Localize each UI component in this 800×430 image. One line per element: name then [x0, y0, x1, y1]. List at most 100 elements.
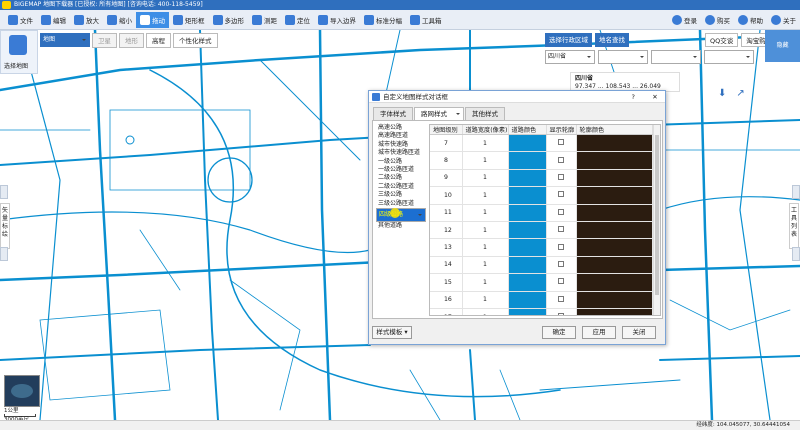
toolbar-hand-button[interactable]: 拖动	[136, 11, 169, 28]
show-outline-checkbox[interactable]	[558, 139, 564, 146]
outline-color-cell[interactable]	[576, 308, 653, 315]
show-outline-checkbox[interactable]	[558, 278, 564, 285]
toolbar-location-button[interactable]: 定位	[281, 12, 314, 28]
road-width-cell[interactable]: 1	[462, 169, 509, 188]
road-type-item[interactable]: 城市快速路	[376, 141, 428, 149]
grid-scrollbar[interactable]	[653, 125, 660, 315]
toolbar-help-button[interactable]: 帮助	[734, 12, 767, 28]
show-outline-checkbox[interactable]	[558, 173, 564, 180]
road-color-cell[interactable]	[508, 204, 547, 222]
toolbar-info-button[interactable]: 关于	[767, 12, 800, 28]
road-width-cell[interactable]: 1	[462, 204, 509, 222]
county-select[interactable]	[651, 50, 701, 64]
road-width-cell[interactable]: 1	[462, 134, 509, 153]
right-collapse-arrow[interactable]	[792, 247, 800, 261]
road-color-cell[interactable]	[508, 169, 547, 188]
toolbar-cart-button[interactable]: 购买	[701, 12, 734, 28]
toolbar-rectangle-button[interactable]: 矩形框	[169, 12, 209, 28]
road-type-item[interactable]: 四级公路	[376, 208, 426, 223]
left-collapse-arrow-upper[interactable]	[0, 185, 8, 199]
road-width-cell[interactable]: 1	[462, 291, 509, 309]
help-icon[interactable]: ?	[632, 91, 635, 103]
toolbar-import-boundary-button[interactable]: 导入边界	[314, 12, 360, 28]
select-map-button[interactable]: 选择地图	[0, 30, 38, 74]
show-outline-checkbox[interactable]	[558, 208, 564, 215]
road-width-cell[interactable]: 1	[462, 151, 509, 170]
road-color-cell[interactable]	[508, 221, 547, 240]
show-outline-checkbox[interactable]	[558, 243, 564, 250]
road-type-item[interactable]: 高速路匝道	[376, 132, 428, 140]
road-type-item[interactable]: 二级公路	[376, 174, 428, 182]
road-width-cell[interactable]: 1	[462, 186, 509, 205]
right-collapse-arrow-upper[interactable]	[792, 185, 800, 199]
overview-thumbnail[interactable]	[4, 375, 40, 407]
outline-color-cell[interactable]	[576, 238, 653, 257]
road-color-cell[interactable]	[508, 256, 547, 275]
outline-color-cell[interactable]	[576, 134, 653, 153]
province-select[interactable]: 四川省	[545, 50, 595, 64]
road-type-list[interactable]: 高速公路 高速路匝道 城市快速路 城市快速路匝道 一级公路 一级公路匝道 二级公路 二级公路匝…	[376, 124, 428, 314]
road-color-cell[interactable]	[508, 291, 547, 309]
map-type-satellite[interactable]: 卫星	[92, 33, 117, 48]
road-type-item[interactable]: 三级公路匝道	[376, 200, 428, 208]
outline-color-cell[interactable]	[576, 204, 653, 222]
road-type-item[interactable]: 城市快速路匝道	[376, 149, 428, 157]
road-type-item[interactable]: 其他道路	[376, 222, 428, 230]
left-collapse-arrow[interactable]	[0, 247, 8, 261]
road-color-cell[interactable]	[508, 308, 547, 315]
qq-chat-button[interactable]: QQ交谈	[705, 33, 739, 47]
place-search-button[interactable]: 地名查找	[595, 33, 629, 47]
show-outline-checkbox[interactable]	[558, 191, 564, 198]
road-color-cell[interactable]	[508, 238, 547, 257]
toolbar-zoom-in-button[interactable]: 放大	[70, 12, 103, 28]
outline-color-cell[interactable]	[576, 169, 653, 188]
toolbar-toolbox-button[interactable]: 工具箱	[406, 12, 446, 28]
road-type-item[interactable]: 三级公路	[376, 191, 428, 199]
road-color-cell[interactable]	[508, 134, 547, 153]
tab-road-style[interactable]: 路网样式	[414, 107, 464, 121]
town-select[interactable]	[704, 50, 754, 64]
map-type-terrain[interactable]: 地形	[119, 33, 144, 48]
toolbar-user-button[interactable]: 登录	[668, 12, 701, 28]
ok-button[interactable]: 确定	[542, 326, 576, 339]
tool-list-tab[interactable]: 工具列表	[789, 203, 799, 249]
style-template-dropdown[interactable]: 样式模板 ▾	[372, 326, 412, 339]
road-width-cell[interactable]: 1	[462, 221, 509, 240]
show-outline-checkbox[interactable]	[558, 260, 564, 267]
outline-color-cell[interactable]	[576, 186, 653, 205]
road-type-item[interactable]: 二级公路匝道	[376, 183, 428, 191]
toolbar-file-button[interactable]: 文件	[4, 12, 37, 28]
road-color-cell[interactable]	[508, 186, 547, 205]
outline-color-cell[interactable]	[576, 256, 653, 275]
outline-color-cell[interactable]	[576, 291, 653, 309]
show-outline-checkbox[interactable]	[558, 156, 564, 163]
road-color-cell[interactable]	[508, 151, 547, 170]
road-width-cell[interactable]: 1	[462, 273, 509, 292]
road-width-cell[interactable]: 1	[462, 308, 509, 315]
select-region-button[interactable]: 选择行政区域	[545, 33, 592, 47]
toolbar-edit-button[interactable]: 编辑	[37, 12, 70, 28]
toolbar-ruler-button[interactable]: 测距	[248, 12, 281, 28]
vector-draw-tab[interactable]: 矢量标绘	[0, 203, 10, 249]
outline-color-cell[interactable]	[576, 151, 653, 170]
road-color-cell[interactable]	[508, 273, 547, 292]
map-type-map[interactable]: 地图	[40, 33, 90, 47]
show-outline-checkbox[interactable]	[558, 226, 564, 233]
toolbar-grid-button[interactable]: 标准分幅	[360, 12, 406, 28]
toolbar-polygon-button[interactable]: 多边形	[209, 12, 249, 28]
share-icon[interactable]: ↗	[736, 88, 744, 99]
road-width-cell[interactable]: 1	[462, 238, 509, 257]
custom-style-button[interactable]: 个性化样式	[173, 33, 218, 48]
close-icon[interactable]: ✕	[648, 91, 662, 103]
outline-color-cell[interactable]	[576, 273, 653, 292]
download-icon[interactable]: ⬇	[718, 88, 726, 99]
map-type-elevation[interactable]: 高程	[146, 33, 171, 48]
city-select[interactable]	[598, 50, 648, 64]
tab-font-style[interactable]: 字体样式	[373, 107, 413, 120]
close-button[interactable]: 关闭	[622, 326, 656, 339]
tab-other-style[interactable]: 其他样式	[465, 107, 505, 120]
show-outline-checkbox[interactable]	[558, 295, 564, 302]
outline-color-cell[interactable]	[576, 221, 653, 240]
show-outline-checkbox[interactable]	[558, 313, 564, 315]
apply-button[interactable]: 应用	[582, 326, 616, 339]
